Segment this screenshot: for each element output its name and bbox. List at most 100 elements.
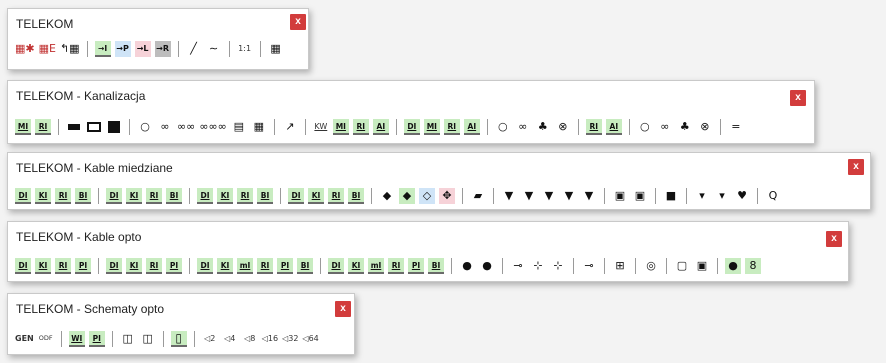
- ai-icon[interactable]: AI: [372, 119, 389, 135]
- ri-icon[interactable]: RI: [388, 258, 404, 274]
- terminal-icon[interactable]: ▼: [521, 188, 537, 204]
- bi-icon[interactable]: BI: [257, 188, 273, 204]
- di-icon[interactable]: DI: [197, 258, 213, 274]
- panel-icon[interactable]: ◫: [140, 331, 156, 347]
- wi-icon[interactable]: WI: [68, 331, 85, 347]
- insert-i-icon[interactable]: →I: [94, 41, 111, 57]
- close-button[interactable]: x: [848, 159, 864, 175]
- node-double-icon[interactable]: 8: [745, 258, 761, 274]
- ri-icon[interactable]: RI: [328, 188, 344, 204]
- joint-icon[interactable]: ◆: [379, 188, 395, 204]
- mi-icon[interactable]: MI: [423, 119, 440, 135]
- terminal-icon[interactable]: ▼: [581, 188, 597, 204]
- mi-icon[interactable]: mI: [237, 258, 253, 274]
- quad-circle-icon[interactable]: ∞∞∞: [199, 119, 227, 135]
- ri-icon[interactable]: RI: [146, 188, 162, 204]
- ri-icon[interactable]: RI: [237, 188, 253, 204]
- bi-icon[interactable]: BI: [75, 188, 91, 204]
- ki-icon[interactable]: KI: [126, 258, 142, 274]
- ki-icon[interactable]: KI: [217, 258, 233, 274]
- table-e-icon[interactable]: ▦E: [39, 41, 56, 57]
- close-button[interactable]: x: [290, 14, 306, 30]
- odf-icon[interactable]: ODF: [38, 331, 54, 347]
- terminal-icon[interactable]: ▼: [561, 188, 577, 204]
- splitter-2-icon[interactable]: ◁2: [202, 331, 218, 347]
- ki-icon[interactable]: KI: [217, 188, 233, 204]
- joint-open-icon[interactable]: ◇: [419, 188, 435, 204]
- ri-icon[interactable]: RI: [55, 188, 71, 204]
- splitter-64-icon[interactable]: ◁64: [302, 331, 318, 347]
- box-icon[interactable]: ▣: [632, 188, 648, 204]
- splitter-8-icon[interactable]: ◁8: [242, 331, 258, 347]
- circle-icon[interactable]: ○: [137, 119, 153, 135]
- splice-cross-icon[interactable]: ⊹: [550, 258, 566, 274]
- ri-icon[interactable]: RI: [257, 258, 273, 274]
- ri-icon[interactable]: RI: [585, 119, 602, 135]
- table-star-icon[interactable]: ▦✱: [15, 41, 35, 57]
- insert-r-icon[interactable]: →R: [154, 41, 171, 57]
- double-circle-icon[interactable]: ∞: [515, 119, 531, 135]
- bi-icon[interactable]: BI: [428, 258, 444, 274]
- pi-icon[interactable]: PI: [88, 331, 105, 347]
- duct-box-icon[interactable]: [87, 122, 101, 132]
- ai-icon[interactable]: AI: [605, 119, 622, 135]
- pi-icon[interactable]: PI: [75, 258, 91, 274]
- di-icon[interactable]: DI: [288, 188, 304, 204]
- bi-icon[interactable]: BI: [348, 188, 364, 204]
- pi-icon[interactable]: PI: [166, 258, 182, 274]
- close-button[interactable]: x: [826, 231, 842, 247]
- frame-icon[interactable]: ▢: [674, 258, 690, 274]
- ki-icon[interactable]: KI: [348, 258, 364, 274]
- ki-icon[interactable]: KI: [126, 188, 142, 204]
- di-icon[interactable]: DI: [403, 119, 420, 135]
- cluster-circle-icon[interactable]: ♣: [535, 119, 551, 135]
- ri-icon[interactable]: RI: [146, 258, 162, 274]
- splice-branch-icon[interactable]: ⊹: [530, 258, 546, 274]
- line-icon[interactable]: ╱: [186, 41, 202, 57]
- dot-icon[interactable]: ●: [459, 258, 475, 274]
- di-icon[interactable]: DI: [328, 258, 344, 274]
- bi-icon[interactable]: BI: [166, 188, 182, 204]
- bi-icon[interactable]: BI: [297, 258, 313, 274]
- ki-icon[interactable]: KI: [308, 188, 324, 204]
- joint-cross-icon[interactable]: ✥: [439, 188, 455, 204]
- ri-icon[interactable]: RI: [352, 119, 369, 135]
- pole-icon[interactable]: ▾: [694, 188, 710, 204]
- mi-icon[interactable]: mI: [368, 258, 384, 274]
- di-icon[interactable]: DI: [15, 188, 31, 204]
- di-icon[interactable]: DI: [106, 188, 122, 204]
- panel-icon[interactable]: ◫: [120, 331, 136, 347]
- quad-circle-icon[interactable]: ⊗: [697, 119, 713, 135]
- circle-icon[interactable]: ○: [637, 119, 653, 135]
- pi-icon[interactable]: PI: [277, 258, 293, 274]
- splitter-16-icon[interactable]: ◁16: [262, 331, 278, 347]
- ki-icon[interactable]: KI: [35, 258, 51, 274]
- ai-icon[interactable]: AI: [463, 119, 480, 135]
- triple-circle-icon[interactable]: ∞∞: [177, 119, 195, 135]
- ri-icon[interactable]: RI: [443, 119, 460, 135]
- terminal-icon[interactable]: ▼: [541, 188, 557, 204]
- double-circle-icon[interactable]: ∞: [657, 119, 673, 135]
- di-icon[interactable]: DI: [106, 258, 122, 274]
- cross-box-icon[interactable]: ⊞: [612, 258, 628, 274]
- cluster-circle-icon[interactable]: ♣: [677, 119, 693, 135]
- mi-icon[interactable]: MI: [15, 119, 31, 135]
- cable-end-icon[interactable]: ▰: [470, 188, 486, 204]
- terminal-icon[interactable]: ▼: [501, 188, 517, 204]
- insert-l-icon[interactable]: →L: [134, 41, 151, 57]
- target-icon[interactable]: ◎: [643, 258, 659, 274]
- ri-icon[interactable]: RI: [55, 258, 71, 274]
- dot-m-icon[interactable]: ●: [479, 258, 495, 274]
- gen-icon[interactable]: GEN: [15, 331, 34, 347]
- duct-bar-icon[interactable]: [68, 124, 80, 130]
- di-icon[interactable]: DI: [197, 188, 213, 204]
- grid-block-icon[interactable]: ▤: [231, 119, 247, 135]
- mi-icon[interactable]: MI: [332, 119, 349, 135]
- table-arrow-icon[interactable]: ↰▦: [60, 41, 80, 57]
- grid-large-icon[interactable]: ▦: [251, 119, 267, 135]
- splitter-32-icon[interactable]: ◁32: [282, 331, 298, 347]
- splitter-4-icon[interactable]: ◁4: [222, 331, 238, 347]
- insert-p-icon[interactable]: →P: [114, 41, 131, 57]
- coil-icon[interactable]: Q: [765, 188, 781, 204]
- joint-green-icon[interactable]: ◆: [399, 188, 415, 204]
